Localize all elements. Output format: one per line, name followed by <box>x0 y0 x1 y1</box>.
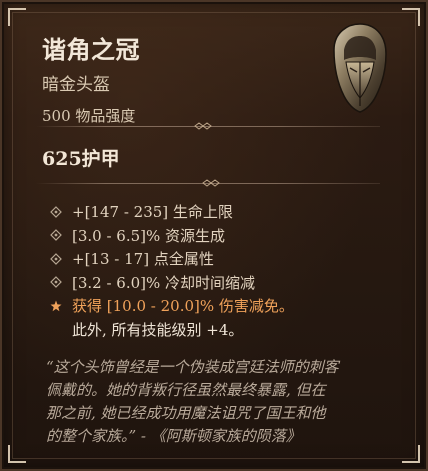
affix-row: [3.2 - 6.0]% 冷却时间缩减 <box>50 271 386 295</box>
item-name: 谐角之冠 <box>42 35 140 64</box>
section-divider <box>36 120 380 132</box>
item-tooltip: 谐角之冠 暗金头盔 500 物品强度 625护甲 +[147 - 235] 生命… <box>0 0 428 471</box>
flavor-text: “这个头饰曾经是一个伪装成宫廷法师的刺客 佩戴的。她的背叛行径虽然最终暴露, 但… <box>46 356 386 448</box>
diamond-bullet-icon <box>50 252 62 265</box>
legendary-affix-row: 获得 [10.0 - 20.0]% 伤害减免。 <box>50 294 386 318</box>
flavor-line: 那之前, 她已经成功用魔法诅咒了国王和他 <box>46 404 326 422</box>
affix-text: [3.2 - 6.0]% 冷却时间缩减 <box>72 273 256 292</box>
diamond-bullet-icon <box>50 205 62 218</box>
armor-value: 625护甲 <box>42 148 120 170</box>
frame-corner <box>402 8 420 26</box>
helmet-icon <box>333 23 387 113</box>
affix-text: [3.0 - 6.5]% 资源生成 <box>72 226 226 245</box>
affix-list: +[147 - 235] 生命上限 [3.0 - 6.5]% 资源生成 +[13… <box>50 200 386 342</box>
diamond-bullet-icon <box>50 276 62 289</box>
legendary-affix-text: 获得 [10.0 - 20.0]% 伤害减免。 <box>72 297 294 316</box>
divider-ornament-icon <box>194 122 212 130</box>
item-header: 谐角之冠 暗金头盔 500 物品强度 <box>42 30 311 126</box>
item-type: 暗金头盔 <box>42 75 110 95</box>
frame-corner <box>8 8 26 26</box>
star-icon <box>50 300 62 311</box>
flavor-line: 佩戴的。她的背叛行径虽然最终暴露, 但在 <box>46 381 326 399</box>
flavor-line: 的整个家族。” - 《阿斯顿家族的陨落》 <box>46 427 301 445</box>
legendary-affix-subtext: 此外, 所有技能级别 +4。 <box>72 321 244 339</box>
affix-row: +[147 - 235] 生命上限 <box>50 200 386 224</box>
flavor-line: “这个头饰曾经是一个伪装成宫廷法师的刺客 <box>46 358 339 376</box>
affix-row: [3.0 - 6.5]% 资源生成 <box>50 224 386 248</box>
affix-text: +[147 - 235] 生命上限 <box>72 203 233 222</box>
frame-corner <box>402 445 420 463</box>
affix-text: +[13 - 17] 点全属性 <box>72 250 214 269</box>
section-divider <box>36 177 380 189</box>
divider-ornament-icon <box>202 179 220 187</box>
frame-corner <box>8 445 26 463</box>
diamond-bullet-icon <box>50 229 62 242</box>
affix-row: +[13 - 17] 点全属性 <box>50 247 386 271</box>
